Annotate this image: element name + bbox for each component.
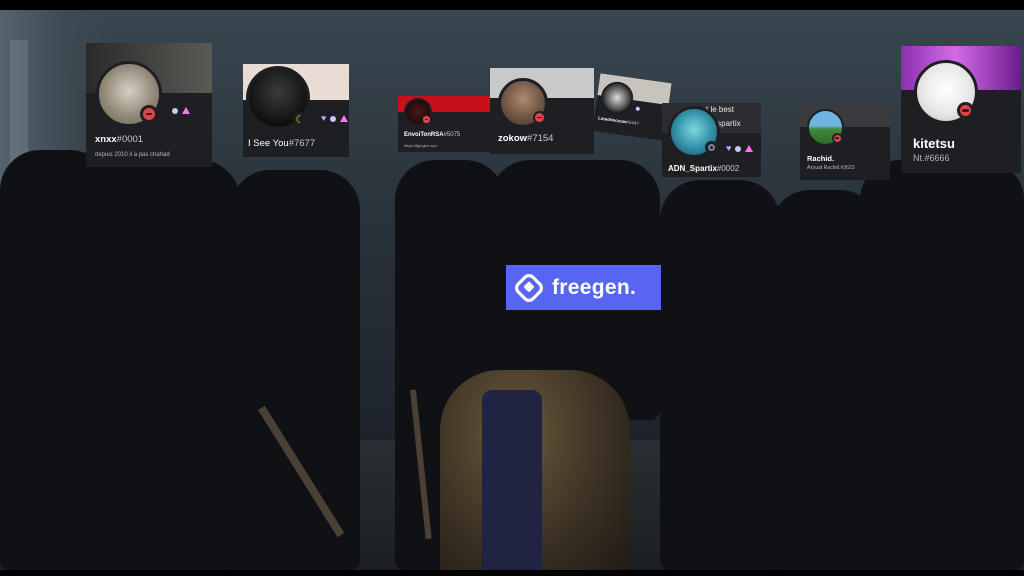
person-silhouette <box>80 160 240 570</box>
username: xnxx#0001 <box>95 134 144 145</box>
dnd-status-icon <box>957 102 974 119</box>
badge-icon <box>635 106 641 112</box>
profile-card-iseeyou: ☾ ♥ I See You#7677 <box>243 64 349 157</box>
about-text: Axxuat Rachid.#3623 <box>807 165 855 171</box>
badge-icon <box>735 145 742 152</box>
username: I See You#7677 <box>248 138 316 149</box>
badge-icon <box>172 107 178 114</box>
profile-card-lmaoheccow: Lmaoheccow#5447 <box>592 73 672 141</box>
about-text: Nt.#6666 <box>913 153 950 163</box>
about-link: https://fgingen.xyz/ <box>404 143 438 148</box>
profile-card-envoitonrsa: EnvoiTonRSA#5075 https://fgingen.xyz/ <box>398 96 494 152</box>
nitro-badge-icon <box>182 107 190 114</box>
idle-status-icon: ☾ <box>293 112 307 126</box>
freegen-mark-icon <box>512 270 546 305</box>
heart-badge-icon: ♥ <box>726 143 732 153</box>
username: Rachid. <box>807 154 835 163</box>
dnd-status-icon <box>832 133 842 143</box>
dnd-status-icon <box>140 105 158 123</box>
freegen-wordmark: freegen. <box>552 275 637 299</box>
heart-badge-icon: ♥ <box>321 113 327 123</box>
profile-card-zokow: zokow#7154 <box>490 68 594 154</box>
profile-card-xnxx: xnxx#0001 depuis 2010 il a pas chahad <box>86 43 212 167</box>
badges <box>172 107 190 114</box>
profile-card-kitetsu: kitetsu Nt.#6666 <box>901 46 1021 173</box>
freegen-logo: freegen. <box>506 265 661 310</box>
about-text: depuis 2010 il a pas chahad <box>95 152 170 158</box>
badge-icon <box>330 115 337 122</box>
profile-card-rachid: Rachid. Axxuat Rachid.#3623 <box>800 103 890 180</box>
nitro-badge-icon <box>340 115 349 122</box>
person-silhouette <box>860 160 1024 570</box>
offline-status-icon <box>705 141 718 154</box>
dnd-status-icon <box>422 115 431 124</box>
username: zokow#7154 <box>498 133 554 144</box>
jacket-stripe <box>482 390 542 570</box>
dnd-status-icon <box>533 111 546 124</box>
profile-card-adn-spartix: t le best nd spartix ♥ ADN_Spartix#0002 <box>662 103 761 177</box>
nitro-badge-icon <box>745 145 754 152</box>
person-silhouette <box>230 170 360 570</box>
username: Lmaoheccow#5447 <box>597 115 640 127</box>
person-silhouette <box>660 180 780 570</box>
username: kitetsu <box>913 136 955 151</box>
badges <box>635 106 641 112</box>
badges: ♥ <box>726 143 754 153</box>
username: ADN_Spartix#0002 <box>668 164 740 173</box>
badges: ♥ <box>321 113 349 123</box>
username: EnvoiTonRSA#5075 <box>404 132 461 138</box>
